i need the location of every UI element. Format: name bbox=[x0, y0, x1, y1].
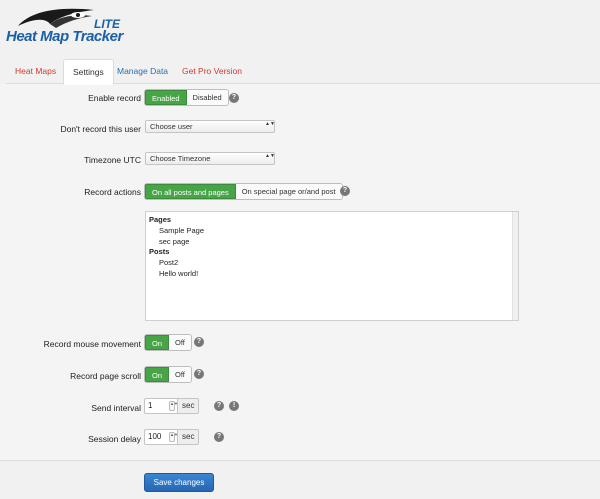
select-arrows-icon: ▲▼ bbox=[265, 121, 275, 127]
send-interval-field: 1 ▲▼ sec bbox=[144, 398, 200, 414]
stepper-arrows-icon[interactable]: ▲▼ bbox=[169, 432, 178, 442]
enable-record-toggle: Enabled Disabled bbox=[144, 89, 229, 106]
timezone-select[interactable]: Choose Timezone ▲▼ bbox=[145, 152, 275, 165]
session-delay-input[interactable]: 100 ▲▼ bbox=[144, 429, 178, 445]
session-delay-unit: sec bbox=[178, 429, 200, 445]
choose-user-select[interactable]: Choose user ▲▼ bbox=[145, 120, 275, 133]
enable-record-label: Enable record bbox=[88, 93, 141, 103]
all-posts-pages-option[interactable]: On all posts and pages bbox=[145, 184, 236, 199]
tab-heat-maps[interactable]: Heat Maps bbox=[6, 59, 65, 84]
session-delay-label: Session delay bbox=[88, 434, 141, 444]
warning-icon[interactable]: ! bbox=[229, 401, 239, 411]
listbox-group-posts: Posts bbox=[149, 247, 170, 256]
help-icon[interactable]: ? bbox=[214, 432, 224, 442]
record-scroll-label: Record page scroll bbox=[70, 371, 141, 381]
select-arrows-icon: ▲▼ bbox=[265, 153, 275, 159]
dont-record-user-label: Don't record this user bbox=[60, 124, 141, 134]
footer-bar bbox=[0, 460, 600, 499]
help-icon[interactable]: ? bbox=[214, 401, 224, 411]
record-scroll-toggle: On Off bbox=[144, 366, 192, 383]
session-delay-value: 100 bbox=[148, 432, 162, 441]
logo-name: Heat Map Tracker bbox=[6, 28, 123, 45]
disabled-option[interactable]: Disabled bbox=[186, 90, 228, 105]
listbox-group-pages: Pages bbox=[149, 215, 172, 224]
listbox-scrollbar[interactable] bbox=[512, 212, 518, 320]
stepper-arrows-icon[interactable]: ▲▼ bbox=[169, 401, 178, 411]
help-icon[interactable]: ? bbox=[229, 93, 239, 103]
help-icon[interactable]: ? bbox=[194, 369, 204, 379]
on-option[interactable]: On bbox=[145, 367, 170, 382]
list-item[interactable]: Hello world! bbox=[159, 269, 198, 278]
on-option[interactable]: On bbox=[145, 335, 170, 350]
send-interval-value: 1 bbox=[148, 401, 153, 410]
list-item[interactable]: Post2 bbox=[159, 258, 178, 267]
choose-user-value: Choose user bbox=[150, 122, 193, 131]
tab-bar: Heat Maps Settings Manage Data Get Pro V… bbox=[6, 59, 600, 85]
send-interval-label: Send interval bbox=[91, 403, 141, 413]
timezone-label: Timezone UTC bbox=[84, 155, 141, 165]
tab-settings[interactable]: Settings bbox=[63, 59, 114, 85]
record-mouse-label: Record mouse movement bbox=[43, 339, 141, 349]
record-actions-label: Record actions bbox=[84, 187, 141, 197]
list-item[interactable]: sec page bbox=[159, 237, 189, 246]
off-option[interactable]: Off bbox=[169, 335, 191, 350]
timezone-value: Choose Timezone bbox=[150, 154, 211, 163]
pages-posts-listbox[interactable]: Pages Sample Page sec page Posts Post2 H… bbox=[145, 211, 519, 321]
enabled-option[interactable]: Enabled bbox=[145, 90, 187, 105]
logo: LITE Heat Map Tracker bbox=[6, 4, 123, 50]
save-changes-button[interactable]: Save changes bbox=[144, 473, 214, 492]
help-icon[interactable]: ? bbox=[194, 337, 204, 347]
special-page-option[interactable]: On special page or/and post bbox=[235, 184, 342, 199]
tab-manage-data[interactable]: Manage Data bbox=[108, 59, 177, 84]
off-option[interactable]: Off bbox=[169, 367, 191, 382]
record-mouse-toggle: On Off bbox=[144, 334, 192, 351]
send-interval-input[interactable]: 1 ▲▼ bbox=[144, 398, 178, 414]
help-icon[interactable]: ? bbox=[340, 186, 350, 196]
tab-get-pro-version[interactable]: Get Pro Version bbox=[173, 59, 251, 84]
send-interval-unit: sec bbox=[178, 398, 200, 414]
session-delay-field: 100 ▲▼ sec bbox=[144, 429, 200, 445]
record-actions-toggle: On all posts and pages On special page o… bbox=[144, 183, 343, 200]
list-item[interactable]: Sample Page bbox=[159, 226, 204, 235]
